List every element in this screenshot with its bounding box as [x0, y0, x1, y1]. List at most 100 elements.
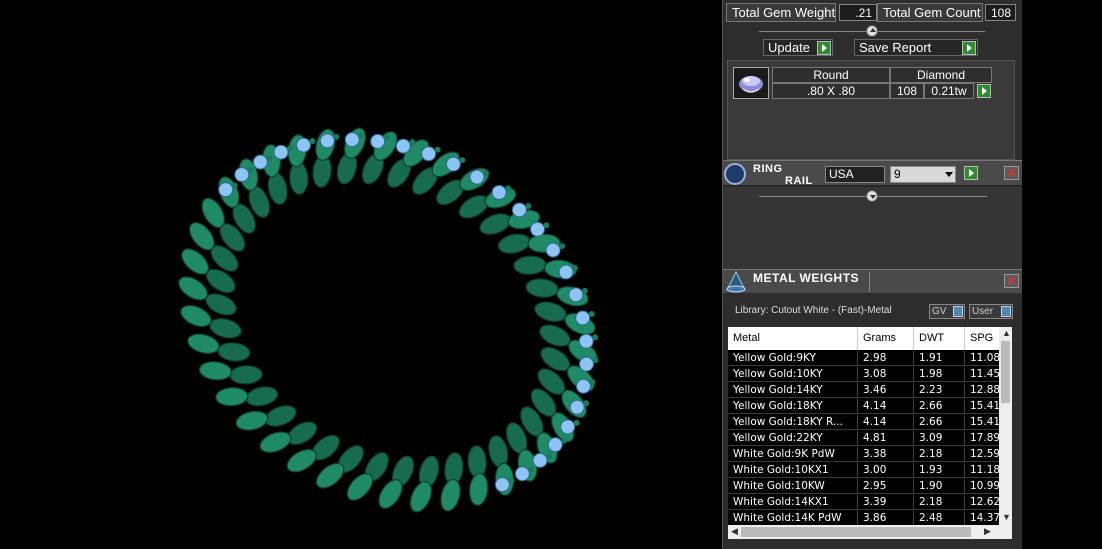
3d-viewport[interactable] — [0, 0, 722, 549]
chain-link — [440, 479, 461, 512]
cell-spg: 11.45 — [965, 367, 1000, 382]
gem-size: .80 X .80 — [772, 83, 890, 99]
cell-spg: 17.89 — [965, 431, 1000, 446]
table-row[interactable]: White Gold:14KX1 3.39 2.18 12.62 — [728, 495, 1000, 510]
save-report-button[interactable]: Save Report — [854, 39, 978, 56]
gemstone — [295, 137, 311, 153]
chain-link — [289, 161, 309, 195]
total-gem-count-row: Total Gem Count 108 — [877, 3, 1016, 22]
gemstone — [558, 264, 574, 280]
scroll-right-icon[interactable]: ▶ — [984, 526, 991, 537]
cell-grams: 2.98 — [858, 351, 914, 366]
cell-spg: 15.41 — [965, 399, 1000, 414]
cell-spg: 12.59 — [965, 447, 1000, 462]
prong — [287, 145, 294, 152]
gv-toggle[interactable]: GV — [929, 304, 965, 319]
gemstone — [545, 242, 561, 258]
ring-rail-title-line1: RING — [753, 163, 783, 175]
prong — [573, 419, 580, 426]
close-icon[interactable]: ✕ — [1004, 274, 1019, 288]
cell-dwt: 2.66 — [914, 399, 965, 414]
prong — [589, 379, 596, 386]
total-gem-count-label: Total Gem Count — [877, 3, 983, 22]
gemstone — [568, 287, 584, 303]
cell-metal-name: Yellow Gold:18KY — [728, 399, 858, 414]
chain-link — [534, 301, 567, 322]
ring-standard-field[interactable]: USA — [825, 166, 885, 183]
chain-link — [467, 445, 487, 479]
gemstone — [511, 202, 527, 218]
table-row[interactable]: White Gold:14K PdW 3.86 2.48 14.37 — [728, 511, 1000, 525]
play-icon[interactable] — [962, 40, 976, 55]
gem-thumbnail-icon[interactable] — [733, 67, 769, 99]
cell-spg: 12.62 — [965, 495, 1000, 510]
cell-dwt: 1.91 — [914, 351, 965, 366]
scroll-thumb[interactable] — [1001, 341, 1010, 403]
prong — [525, 202, 532, 209]
gemstone — [445, 156, 461, 172]
scroll-up-icon[interactable]: ▲ — [1002, 328, 1011, 338]
chain-link — [235, 410, 269, 431]
ring-rail-header: RING RAIL USA 9 ✕ — [723, 160, 1023, 187]
table-row[interactable]: Yellow Gold:18KY 4.14 2.66 15.41 — [728, 399, 1000, 414]
ring-rail-body — [723, 187, 1023, 269]
cell-metal-name: White Gold:14KX1 — [728, 495, 858, 510]
gemstone — [560, 419, 576, 435]
chain-link — [215, 387, 249, 407]
metal-weights-header: METAL WEIGHTS ✕ — [723, 269, 1023, 293]
horizontal-scrollbar[interactable]: ◀ ▶ — [728, 525, 1012, 539]
prong — [383, 134, 390, 141]
gemstone — [469, 169, 485, 185]
column-header-grams[interactable]: Grams — [858, 327, 914, 350]
cell-dwt: 1.98 — [914, 367, 965, 382]
gemstone — [532, 452, 548, 468]
cell-dwt: 2.18 — [914, 495, 965, 510]
user-toggle[interactable]: User — [969, 304, 1013, 319]
chain-link — [198, 361, 233, 381]
prong — [482, 170, 489, 177]
column-header-dwt[interactable]: DWT — [914, 327, 965, 350]
prong — [231, 182, 238, 189]
total-gem-weight-label: Total Gem Weight — [726, 3, 836, 22]
gv-toggle-label: GV — [932, 306, 947, 317]
ring-size-value: 9 — [894, 167, 901, 181]
column-header-spg[interactable]: SPG — [965, 327, 1000, 350]
play-icon[interactable] — [977, 84, 991, 98]
table-row[interactable]: White Gold:10KW 2.95 1.90 10.99 — [728, 479, 1000, 494]
cell-metal-name: Yellow Gold:18KY R... — [728, 415, 858, 430]
table-row[interactable]: Yellow Gold:18KY R... 4.14 2.66 15.41 — [728, 415, 1000, 430]
gem-list-section: Round Diamond .80 X .80 108 0.21tw — [727, 60, 1015, 160]
play-icon[interactable] — [817, 40, 831, 55]
vertical-scrollbar[interactable]: ▲ ▼ — [999, 327, 1012, 525]
table-row[interactable]: White Gold:10KX1 3.00 1.93 11.18 — [728, 463, 1000, 478]
prong — [588, 311, 595, 318]
table-row[interactable]: White Gold:9K PdW 3.38 2.18 12.59 — [728, 447, 1000, 462]
scroll-left-icon[interactable]: ◀ — [731, 526, 738, 537]
gemstone — [344, 132, 360, 148]
metal-scale-icon — [726, 270, 746, 293]
metal-weights-table[interactable]: Metal Grams DWT SPG Yellow Gold:9KY 2.98 1… — [728, 327, 1012, 525]
right-panel: Total Gem Weight .21 Total Gem Count 108… — [722, 0, 1023, 549]
chevron-down-icon[interactable] — [866, 190, 878, 202]
prong — [459, 157, 466, 164]
scroll-down-icon[interactable]: ▼ — [1002, 512, 1011, 522]
play-icon[interactable] — [964, 166, 978, 180]
cell-grams: 3.00 — [858, 463, 914, 478]
table-row[interactable]: Yellow Gold:14KY 3.46 2.23 12.88 — [728, 383, 1000, 398]
table-row[interactable]: Yellow Gold:22KY 4.81 3.09 17.89 — [728, 431, 1000, 446]
ring-size-select[interactable]: 9 — [890, 166, 956, 183]
chain-ring-render — [178, 127, 599, 513]
table-row[interactable]: Yellow Gold:10KY 3.08 1.98 11.45 — [728, 367, 1000, 382]
column-header-metal[interactable]: Metal — [728, 327, 858, 350]
scroll-thumb[interactable] — [741, 527, 971, 537]
gemstone — [494, 477, 510, 493]
cell-spg: 15.41 — [965, 415, 1000, 430]
chevron-up-icon[interactable] — [866, 25, 878, 37]
cell-dwt: 2.18 — [914, 447, 965, 462]
update-button[interactable]: Update — [763, 39, 833, 56]
prong — [559, 243, 566, 250]
chain-link — [525, 278, 559, 298]
gemstone — [529, 221, 545, 237]
close-icon[interactable]: ✕ — [1004, 166, 1019, 180]
table-row[interactable]: Yellow Gold:9KY 2.98 1.91 11.08 — [728, 351, 1000, 366]
